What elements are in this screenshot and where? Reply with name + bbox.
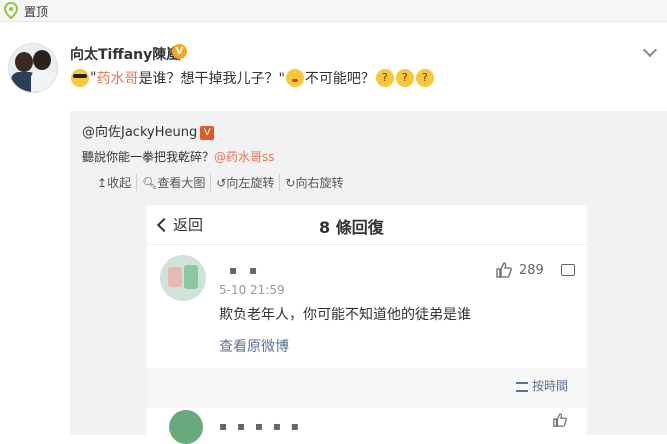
mention-link[interactable]: 药水哥 [96,68,138,88]
rotate-left-button[interactable]: ↺向左旋转 [211,174,281,191]
commenter-name[interactable]: ▪ ▪ ▪ ▪ ▪ [219,419,302,433]
sort-icon [516,381,528,392]
author-name[interactable]: 向太Tiffany陳嵐 [70,44,180,64]
verified-badge-icon: V [172,44,187,59]
back-button[interactable]: 返回 [156,214,203,235]
reply-title: 8 條回復 [319,218,384,237]
doubt-emoji-icon [415,69,434,87]
chevron-down-icon[interactable] [642,42,658,58]
cool-emoji-icon [71,69,89,87]
retweet-user[interactable]: @向佐JackyHeung V [82,121,215,140]
commenter-name[interactable]: ▪ ▪ [229,263,261,277]
retweet-text: 聽說你能一拳把我乾碎？@药水哥ss [82,150,275,164]
back-chevron-icon [156,217,172,233]
commenter-avatar[interactable] [160,255,206,301]
reply-header: 返回 8 條回復 [147,205,587,245]
comment-icon[interactable] [561,264,575,276]
shy-emoji-icon [285,69,304,87]
doubt-emoji-icon [375,69,394,87]
collapse-button[interactable]: ↥收起 [92,174,138,191]
pinned-bar: 置顶 [0,0,667,22]
doubt-emoji-icon [395,69,414,87]
comment-time: 5-10 21:59 [219,283,285,297]
rotate-right-button[interactable]: ↻向右旋转 [280,174,348,191]
post-text: " 药水哥 是谁？想干掉我儿子？" 不可能吧？ [70,68,435,88]
commenter-avatar[interactable] [169,410,203,444]
location-pin-icon [3,2,19,20]
thumbs-up-icon[interactable] [552,412,568,428]
sort-by-time-button[interactable]: 按時間 [516,377,568,394]
verified-badge-icon: V [200,125,215,140]
image-toolbar: ↥收起 🔍︎查看大图 ↺向左旋转 ↻向右旋转 [92,174,348,191]
view-large-button[interactable]: 🔍︎查看大图 [137,174,212,191]
like-count: 289 [519,263,544,278]
comment-text: 欺负老年人，你可能不知道他的徒弟是谁 [219,307,471,323]
thumbs-up-icon[interactable] [495,261,513,279]
retweet-mention-link[interactable]: @药水哥ss [214,150,275,164]
view-original-link[interactable]: 查看原微博 [219,336,289,356]
screenshot-image[interactable]: 返回 8 條回復 ▪ ▪ 5-10 21:59 欺负老年人，你可能不知道他的徒弟… [147,205,587,444]
author-avatar[interactable] [8,43,58,93]
pinned-label: 置顶 [24,5,49,19]
